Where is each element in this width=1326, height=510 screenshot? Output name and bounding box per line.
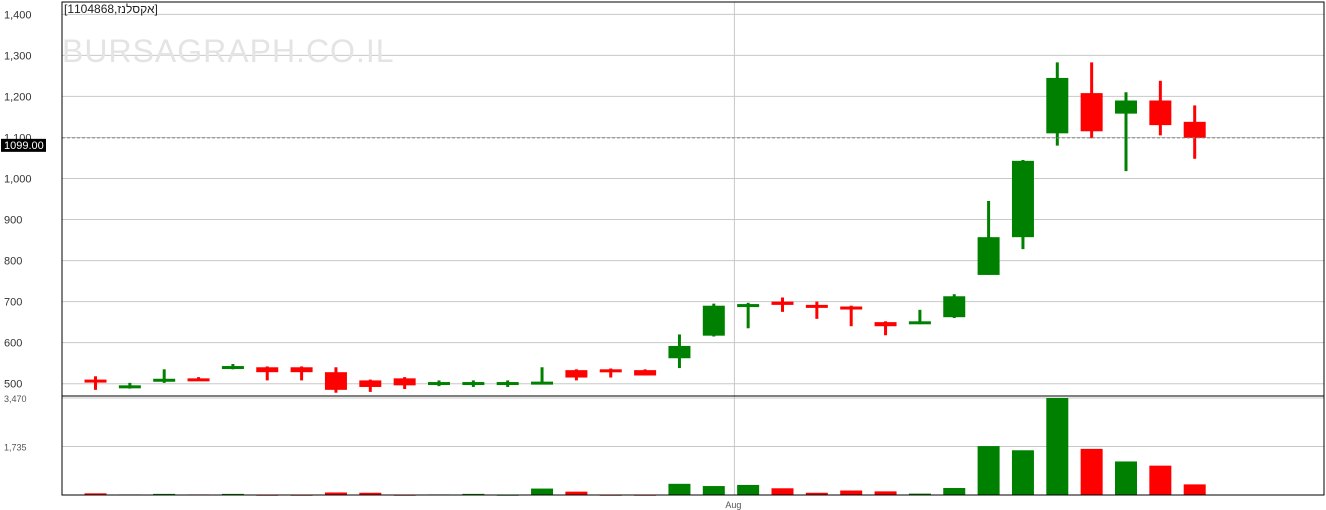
time-axis: Aug [725, 500, 741, 510]
candle-body [1115, 100, 1137, 114]
candle-body [805, 304, 828, 308]
volume-bar [1183, 484, 1206, 495]
watermark: BURSAGRAPH.CO.IL [62, 33, 395, 69]
candle-body [668, 345, 691, 359]
volume-bar [737, 484, 760, 495]
candle-body [599, 369, 622, 373]
candle-body [565, 370, 588, 378]
volume-bar [1011, 450, 1034, 495]
candle-body [496, 382, 519, 386]
volume-tick-label: 1,735 [4, 443, 27, 453]
candle-body [1183, 121, 1206, 138]
volume-bar [702, 486, 725, 495]
candle-body [702, 305, 725, 336]
volume-tick-label: 3,470 [4, 394, 27, 404]
volume-bar [977, 446, 1000, 495]
volume-bar [840, 490, 863, 495]
volume-bar [565, 491, 588, 495]
price-tick-label: 1,200 [4, 91, 32, 103]
candle-body [118, 385, 141, 389]
time-tick-label: Aug [725, 500, 741, 510]
candle-body [634, 370, 657, 376]
volume-bar [531, 488, 554, 495]
volume-bar [771, 488, 794, 495]
candle-body [290, 367, 313, 373]
last-price-label: 1099.00 [4, 140, 44, 152]
chart-title: [1104868,אקסלנז] [64, 2, 158, 16]
price-tick-label: 1,300 [4, 50, 32, 62]
candle-body [1149, 100, 1172, 126]
price-tick-label: 1,000 [4, 173, 32, 185]
volume-bar [1115, 461, 1137, 495]
candle-body [977, 237, 1000, 275]
candle-body [1080, 93, 1103, 132]
candle-body [771, 301, 794, 305]
price-tick-label: 600 [4, 338, 22, 350]
candle-body [737, 304, 760, 308]
candle-body [84, 379, 107, 383]
volume-bar [1046, 398, 1069, 495]
price-tick-label: 700 [4, 297, 22, 309]
candle-body [324, 372, 347, 390]
candle-body [221, 366, 244, 370]
stock-chart: BURSAGRAPH.CO.IL 1,4001,3001,2001,1001,0… [0, 0, 1326, 510]
price-tick-label: 900 [4, 215, 22, 227]
candle-body [874, 322, 897, 327]
volume-bar [668, 483, 691, 495]
candle-body [531, 381, 554, 385]
volume-bar [874, 491, 897, 495]
candle-body [428, 382, 450, 386]
chart-background [0, 0, 1326, 510]
price-tick-label: 800 [4, 256, 22, 268]
candle-body [187, 378, 210, 382]
candle-body [359, 380, 382, 387]
volume-bar [943, 488, 966, 495]
candle-body [1011, 160, 1034, 238]
candle-body [256, 367, 279, 373]
candle-body [393, 378, 416, 386]
volume-bar [1080, 448, 1103, 495]
candle-body [840, 306, 863, 310]
candle-body [462, 382, 485, 386]
candle-body [1046, 77, 1069, 134]
price-tick-label: 500 [4, 379, 22, 391]
candle-body [943, 296, 966, 318]
volume-bar [1149, 465, 1172, 495]
candle-body [153, 378, 176, 382]
candle-body [908, 321, 931, 325]
price-tick-label: 1,400 [4, 9, 32, 21]
